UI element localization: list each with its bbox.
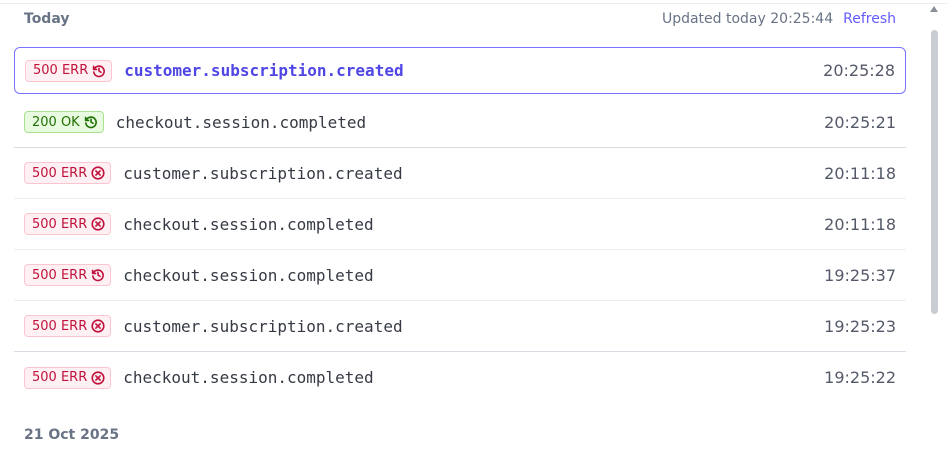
x-circle-icon — [91, 370, 105, 385]
status-badge: 200 OK — [24, 111, 104, 133]
section-title-today: Today — [24, 11, 70, 27]
status-badge-label: 500 ERR — [32, 165, 88, 181]
event-name: checkout.session.completed — [123, 368, 374, 387]
event-time: 19:25:23 — [824, 316, 896, 336]
status-badge: 500 ERR — [24, 315, 112, 337]
status-badge-label: 500 ERR — [32, 370, 88, 385]
history-icon — [92, 64, 106, 78]
event-row[interactable]: 500 ERR checkout.session.completed 19:25… — [14, 352, 906, 403]
event-name: customer.subscription.created — [123, 163, 403, 183]
scroll-up-arrow-icon[interactable] — [930, 6, 938, 12]
event-row[interactable]: 500 ERR checkout.session.completed 20:11… — [14, 199, 906, 250]
event-time: 20:25:28 — [823, 61, 895, 80]
refresh-link[interactable]: Refresh — [843, 11, 896, 27]
event-name: checkout.session.completed — [115, 112, 367, 132]
status-badge: 500 ERR — [24, 213, 112, 235]
event-row[interactable]: 500 ERR customer.subscription.created 20… — [14, 148, 906, 199]
status-badge-label: 500 ERR — [32, 318, 88, 334]
event-name: customer.subscription.created — [123, 316, 403, 336]
event-time: 19:25:37 — [824, 265, 896, 285]
event-row[interactable]: 500 ERR customer.subscription.created 19… — [14, 301, 906, 352]
section-title-date: 21 Oct 2025 — [24, 427, 120, 443]
event-row[interactable]: 200 OK checkout.session.completed 20:25:… — [14, 97, 906, 148]
section-header: Today Updated today 20:25:44 Refresh — [24, 9, 896, 29]
updated-timestamp: Updated today 20:25:44 — [661, 11, 834, 27]
event-list: 500 ERR customer.subscription.created 20… — [14, 47, 906, 403]
event-name: checkout.session.completed — [123, 214, 374, 234]
status-badge-label: 500 ERR — [33, 63, 89, 78]
scrollbar-thumb[interactable] — [931, 30, 938, 314]
header-actions: Updated today 20:25:44 Refresh — [662, 11, 896, 27]
x-circle-icon — [91, 166, 105, 180]
status-badge-label: 500 ERR — [32, 216, 88, 232]
status-badge: 500 ERR — [24, 264, 112, 286]
event-row[interactable]: 500 ERR checkout.session.completed 19:25… — [14, 250, 906, 301]
event-time: 20:11:18 — [824, 163, 896, 183]
event-name: customer.subscription.created — [124, 61, 404, 80]
top-border — [0, 3, 947, 4]
event-row[interactable]: 500 ERR customer.subscription.created 20… — [14, 47, 906, 94]
status-badge-label: 500 ERR — [32, 267, 88, 283]
event-name: checkout.session.completed — [123, 265, 374, 285]
x-circle-icon — [91, 217, 105, 231]
history-icon — [84, 115, 98, 129]
status-badge: 500 ERR — [25, 59, 113, 82]
status-badge-label: 200 OK — [32, 114, 80, 130]
event-time: 19:25:22 — [824, 368, 896, 387]
event-time: 20:11:18 — [824, 214, 896, 234]
x-circle-icon — [91, 319, 105, 333]
history-icon — [91, 268, 105, 282]
event-time: 20:25:21 — [824, 112, 896, 132]
status-badge: 500 ERR — [24, 162, 112, 184]
status-badge: 500 ERR — [24, 366, 112, 389]
